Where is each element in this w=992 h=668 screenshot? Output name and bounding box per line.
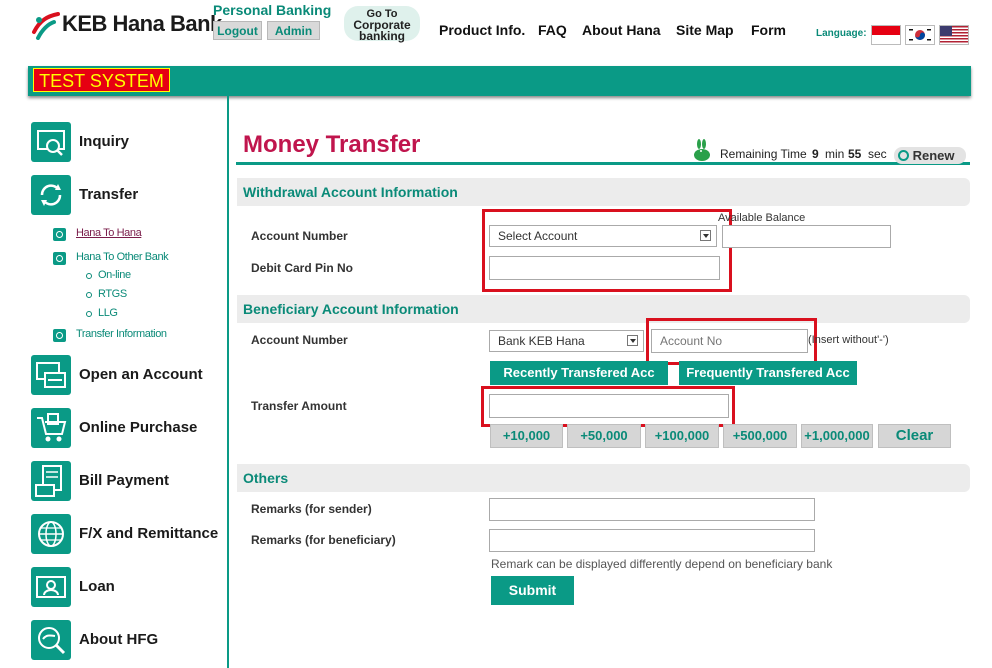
test-system-badge: TEST SYSTEM — [33, 68, 170, 92]
withdrawal-section-title: Withdrawal Account Information — [243, 184, 458, 200]
bill-payment-icon[interactable] — [31, 461, 71, 501]
clock-icon — [898, 150, 909, 161]
add-10000-button[interactable]: +10,000 — [490, 424, 563, 448]
remarks-beneficiary-input[interactable] — [489, 529, 815, 552]
others-section-title: Others — [243, 470, 289, 486]
clear-amount-button[interactable]: Clear — [878, 424, 951, 448]
remaining-seconds: 55 — [848, 147, 862, 161]
renew-label: Renew — [912, 148, 955, 163]
remarks-sender-label: Remarks (for sender) — [251, 502, 372, 516]
nav-site-map[interactable]: Site Map — [676, 22, 734, 38]
chevron-down-icon — [627, 335, 638, 346]
open-account-icon[interactable] — [31, 355, 71, 395]
sidebar-item-about-hfg[interactable]: About HFG — [79, 631, 158, 648]
rabbit-timer-icon — [690, 139, 714, 163]
transfer-icon[interactable] — [31, 175, 71, 215]
language-label: Language: — [816, 28, 867, 39]
sidebar-item-transfer[interactable]: Transfer — [79, 186, 138, 203]
withdrawal-account-label: Account Number — [251, 229, 348, 243]
bullet-icon — [53, 329, 66, 342]
add-1000000-button[interactable]: +1,000,000 — [801, 424, 873, 448]
bank-logo-text[interactable]: KEB Hana Bank — [62, 11, 222, 37]
debit-pin-label: Debit Card Pin No — [251, 261, 354, 275]
beneficiary-section-header: Beneficiary Account Information — [237, 295, 970, 323]
withdrawal-section-header: Withdrawal Account Information — [237, 178, 970, 206]
beneficiary-account-label: Account Number — [251, 333, 348, 347]
nav-form[interactable]: Form — [751, 22, 786, 38]
frequently-transferred-button[interactable]: Frequently Transfered Acc — [679, 361, 857, 385]
transfer-amount-input[interactable] — [489, 394, 729, 418]
title-underline — [236, 162, 970, 165]
sidebar-item-open-account[interactable]: Open an Account — [79, 366, 203, 383]
goto-corporate-banking-button[interactable]: Go To Corporate banking — [344, 6, 420, 43]
sidebar-item-bill-payment[interactable]: Bill Payment — [79, 472, 169, 489]
online-purchase-icon[interactable] — [31, 408, 71, 448]
add-100000-button[interactable]: +100,000 — [645, 424, 719, 448]
available-balance-label: Available Balance — [718, 212, 806, 224]
available-balance-field — [722, 225, 891, 248]
submit-button[interactable]: Submit — [491, 576, 574, 605]
sidebar-sub-transfer-information[interactable]: Transfer Information — [76, 328, 167, 340]
nav-product-info[interactable]: Product Info. — [439, 22, 525, 38]
withdrawal-account-select[interactable]: Select Account — [489, 225, 717, 247]
remaining-time-label: Remaining Time — [720, 147, 807, 161]
sidebar-sub-llg[interactable]: LLG — [98, 307, 118, 319]
dot-icon — [86, 273, 92, 279]
renew-button[interactable]: Renew — [894, 147, 966, 164]
insert-hint: (Insert without'-') — [808, 334, 889, 346]
sidebar-sub-online[interactable]: On-line — [98, 269, 131, 281]
inquiry-icon[interactable] — [31, 122, 71, 162]
dot-icon — [86, 311, 92, 317]
beneficiary-section-title: Beneficiary Account Information — [243, 301, 459, 317]
remarks-sender-input[interactable] — [489, 498, 815, 521]
remarks-beneficiary-label: Remarks (for beneficiary) — [251, 533, 396, 547]
sidebar-divider — [227, 96, 229, 668]
nav-about-hana[interactable]: About Hana — [582, 22, 661, 38]
chevron-down-icon — [700, 230, 711, 241]
usa-flag-icon[interactable] — [939, 25, 969, 45]
beneficiary-bank-select[interactable]: Bank KEB Hana — [489, 330, 644, 352]
nav-faq[interactable]: FAQ — [538, 22, 567, 38]
dot-icon — [86, 292, 92, 298]
logout-button[interactable]: Logout — [213, 21, 262, 40]
add-50000-button[interactable]: +50,000 — [567, 424, 641, 448]
withdrawal-account-select-value: Select Account — [498, 229, 578, 243]
recently-transferred-button[interactable]: Recently Transfered Acc — [490, 361, 668, 385]
sidebar-item-online-purchase[interactable]: Online Purchase — [79, 419, 197, 436]
transfer-amount-label: Transfer Amount — [251, 399, 347, 413]
remaining-minutes: 9 — [812, 147, 819, 161]
personal-banking-title: Personal Banking — [213, 2, 332, 18]
sidebar-sub-hana-to-hana[interactable]: Hana To Hana — [76, 227, 142, 239]
minutes-label: min — [825, 147, 845, 161]
remark-note: Remark can be displayed differently depe… — [491, 557, 833, 571]
globe-icon[interactable] — [31, 514, 71, 554]
sidebar-item-fx-remittance[interactable]: F/X and Remittance — [79, 525, 218, 542]
sidebar-sub-rtgs[interactable]: RTGS — [98, 288, 127, 300]
page-title: Money Transfer — [243, 131, 421, 158]
sidebar-item-loan[interactable]: Loan — [79, 578, 115, 595]
bullet-icon — [53, 252, 66, 265]
beneficiary-account-input[interactable] — [651, 329, 808, 353]
add-500000-button[interactable]: +500,000 — [723, 424, 797, 448]
others-section-header: Others — [237, 464, 970, 492]
seconds-label: sec — [868, 147, 887, 161]
goto-line3: banking — [358, 29, 405, 43]
keb-hana-logo-icon[interactable] — [30, 10, 62, 40]
about-hfg-icon[interactable] — [31, 620, 71, 660]
loan-icon[interactable] — [31, 567, 71, 607]
sidebar-sub-hana-to-other-bank[interactable]: Hana To Other Bank — [76, 251, 169, 263]
indonesia-flag-icon[interactable] — [871, 25, 901, 45]
debit-pin-input[interactable] — [489, 256, 720, 280]
bullet-icon — [53, 228, 66, 241]
beneficiary-bank-select-value: Bank KEB Hana — [498, 334, 585, 348]
sidebar-item-inquiry[interactable]: Inquiry — [79, 133, 129, 150]
admin-button[interactable]: Admin — [267, 21, 320, 40]
korea-flag-icon[interactable] — [905, 25, 935, 45]
